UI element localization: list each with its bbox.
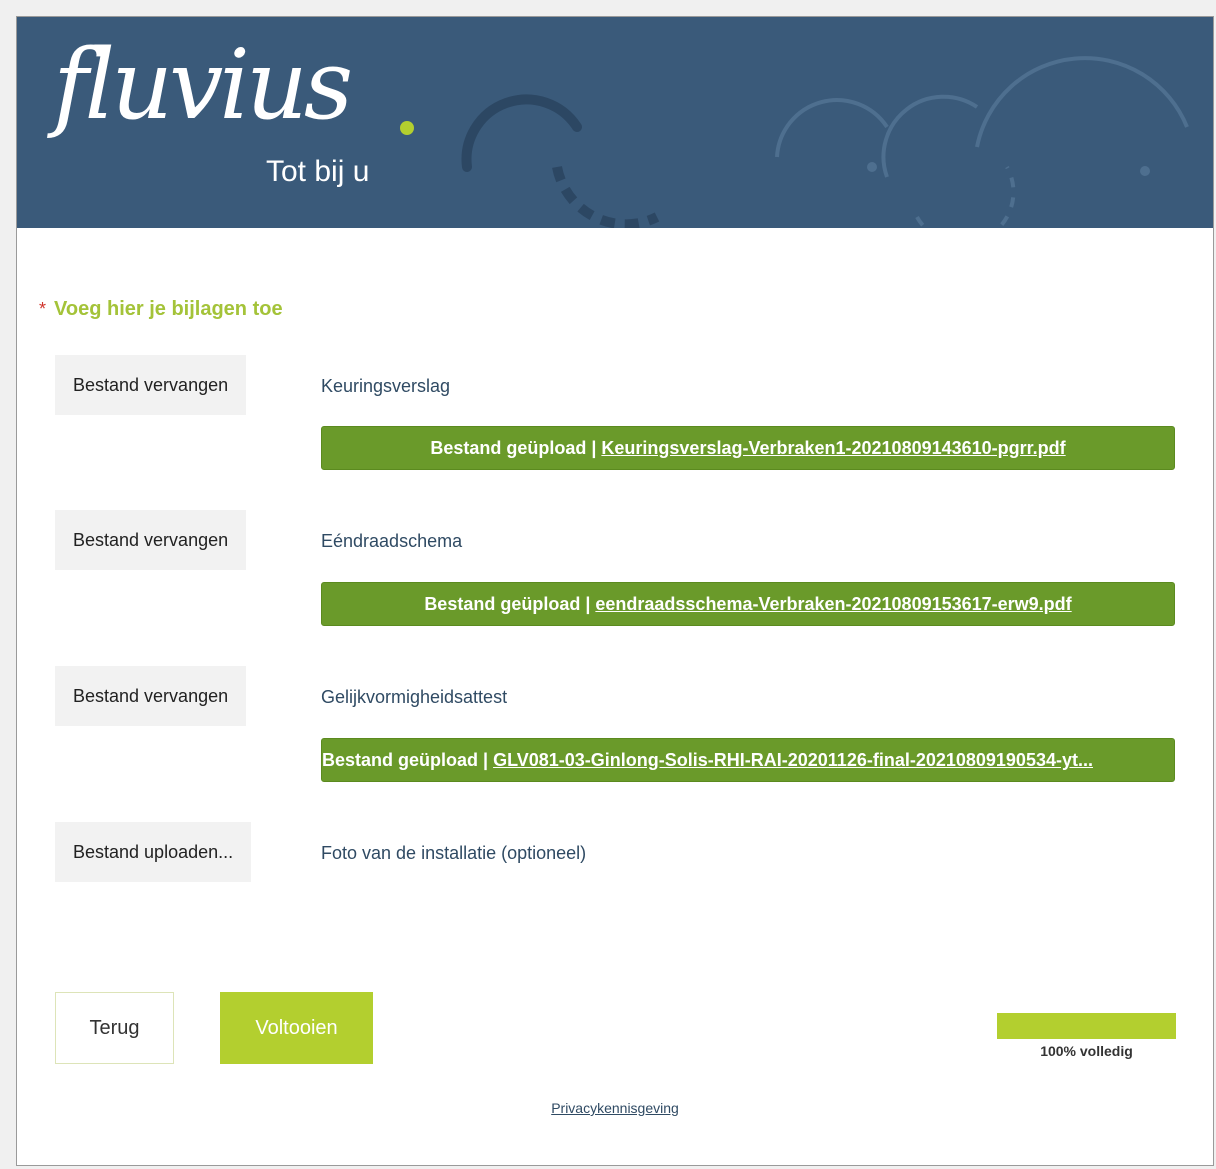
uploaded-file-link[interactable]: GLV081-03-Ginlong-Solis-RHI-RAI-20201126…: [493, 750, 1093, 770]
privacy-footer: Privacykennisgeving: [17, 1101, 1213, 1115]
tagline: Tot bij u: [266, 155, 370, 188]
logo-dot: [400, 121, 414, 135]
upload-file-button-foto[interactable]: Bestand uploaden...: [55, 822, 252, 882]
replace-file-button-eendraadschema[interactable]: Bestand vervangen: [55, 510, 247, 570]
header-banner: fluvius Tot bij u: [17, 17, 1213, 228]
upload-status-text: Bestand geüpload |: [430, 438, 602, 458]
attachment-label-gelijkvormigheidsattest: Gelijkvormigheidsattest: [321, 687, 508, 707]
uploaded-file-link[interactable]: Keuringsverslag-Verbraken1-2021080914361…: [601, 438, 1065, 458]
progress-text: 100% volledig: [1040, 1043, 1133, 1059]
uploaded-file-link[interactable]: eendraadsschema-Verbraken-20210809153617…: [595, 594, 1071, 614]
upload-status-eendraadschema: Bestand geüpload | eendraadsschema-Verbr…: [321, 582, 1175, 626]
replace-file-button-gelijkvormigheidsattest[interactable]: Bestand vervangen: [55, 666, 247, 726]
progress-bar-fill: [997, 1013, 1176, 1039]
progress-bar: [997, 1013, 1176, 1039]
section-title: * Voeg hier je bijlagen toe: [39, 299, 283, 319]
back-button[interactable]: Terug: [55, 992, 174, 1064]
attachment-label-keuringsverslag: Keuringsverslag: [321, 376, 451, 396]
attachment-label-eendraadschema: Eéndraadschema: [321, 531, 463, 551]
section-title-text: Voeg hier je bijlagen toe: [54, 298, 283, 320]
upload-status-keuringsverslag: Bestand geüpload | Keuringsverslag-Verbr…: [321, 426, 1175, 470]
attachment-label-foto: Foto van de installatie (optioneel): [321, 843, 587, 863]
replace-file-button-keuringsverslag[interactable]: Bestand vervangen: [55, 355, 247, 415]
upload-status-text: Bestand geüpload |: [322, 750, 494, 770]
privacy-link[interactable]: Privacykennisgeving: [551, 1100, 679, 1116]
finish-button[interactable]: Voltooien: [220, 992, 373, 1064]
fluvius-logo: fluvius: [53, 29, 353, 141]
upload-status-text: Bestand geüpload |: [424, 594, 596, 614]
required-marker: *: [39, 299, 47, 319]
form-card: fluvius Tot bij u * Voeg hier je bijlagen…: [16, 16, 1214, 1166]
upload-status-gelijkvormigheidsattest: Bestand geüpload | GLV081-03-Ginlong-Sol…: [321, 738, 1175, 782]
